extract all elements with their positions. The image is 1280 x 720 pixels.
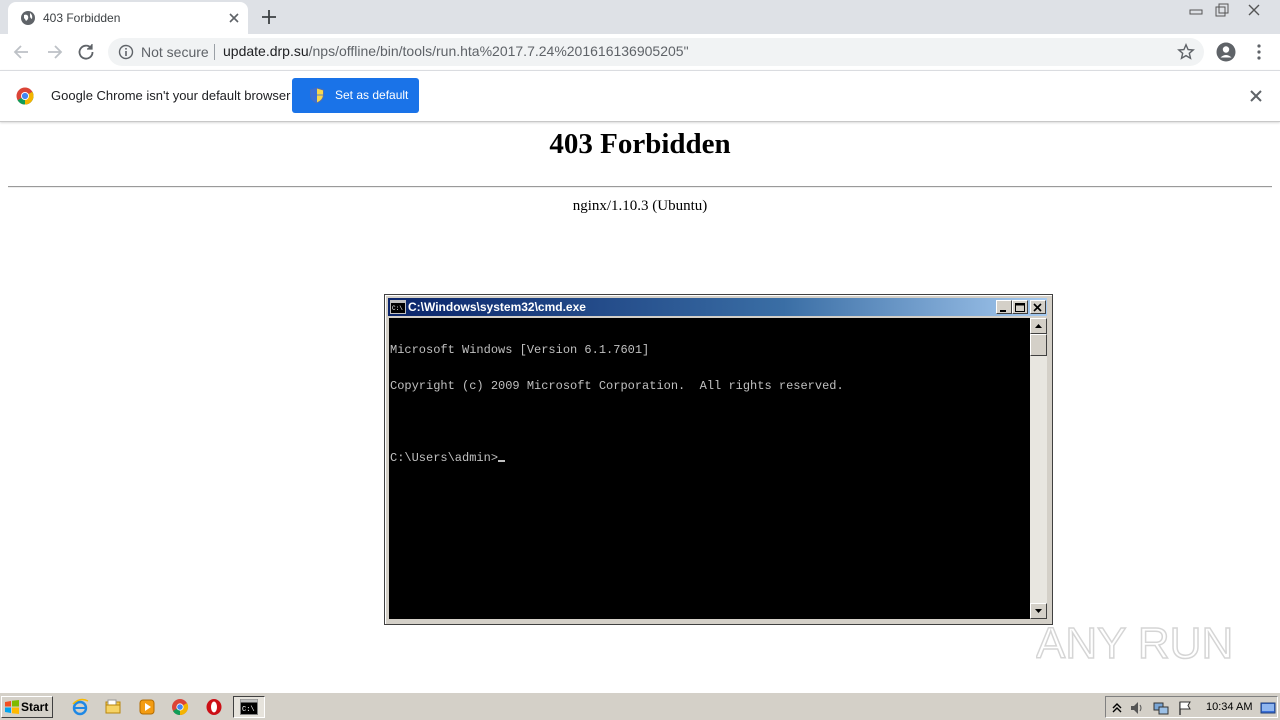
- text-cursor: [498, 460, 506, 462]
- console-prompt-line: C:\Users\admin>: [390, 452, 1029, 464]
- tab-title: 403 Forbidden: [43, 11, 121, 25]
- page-divider: [8, 186, 1272, 188]
- chrome-logo-icon: [16, 87, 34, 105]
- cmd-window[interactable]: C:\ C:\Windows\system32\cmd.exe Microsof…: [384, 294, 1053, 625]
- explorer-icon[interactable]: [104, 698, 122, 716]
- close-window-button[interactable]: [1240, 0, 1267, 20]
- svg-text:C:\: C:\: [392, 305, 403, 312]
- security-label[interactable]: Not secure: [141, 44, 209, 60]
- chrome-icon[interactable]: [171, 698, 189, 716]
- taskbar-clock[interactable]: 10:34 AM: [1206, 701, 1252, 713]
- maximize-icon: [1015, 303, 1025, 312]
- restore-window-button[interactable]: [1208, 0, 1235, 20]
- cmd-icon: C:\: [240, 699, 258, 715]
- close-icon: [1248, 4, 1259, 16]
- start-button[interactable]: Start: [1, 696, 53, 718]
- new-tab-icon[interactable]: [260, 8, 278, 26]
- tab-active[interactable]: 403 Forbidden: [8, 2, 248, 34]
- cmd-titlebar[interactable]: C:\ C:\Windows\system32\cmd.exe: [388, 298, 1047, 316]
- opera-icon[interactable]: [205, 698, 223, 716]
- cmd-title: C:\Windows\system32\cmd.exe: [408, 300, 586, 314]
- back-arrow-icon[interactable]: [12, 42, 32, 62]
- set-as-default-button[interactable]: Set as default: [292, 78, 419, 113]
- forward-arrow-icon[interactable]: [44, 42, 64, 62]
- uac-shield-icon: [310, 87, 324, 104]
- ie-icon[interactable]: [71, 698, 89, 716]
- show-desktop-icon[interactable]: [1260, 700, 1276, 716]
- browser-titlebar: 403 Forbidden: [0, 0, 1280, 34]
- start-label: Start: [21, 700, 49, 714]
- address-bar[interactable]: Not secure update.drp.su/nps/offline/bin…: [108, 38, 1204, 66]
- scroll-up-button[interactable]: [1030, 318, 1047, 334]
- menu-kebab-icon[interactable]: [1249, 42, 1269, 62]
- omnibox-separator: [214, 44, 215, 60]
- browser-toolbar: Not secure update.drp.su/nps/offline/bin…: [0, 34, 1280, 70]
- cmd-scrollbar[interactable]: [1030, 318, 1047, 619]
- infobar-message: Google Chrome isn't your default browser: [51, 88, 291, 103]
- arrow-up-icon: [1035, 324, 1042, 328]
- tab-close-icon[interactable]: [226, 10, 242, 26]
- taskbar: Start C:\ 10:34 AM: [0, 692, 1280, 720]
- console-line: Copyright (c) 2009 Microsoft Corporation…: [390, 379, 844, 393]
- console-prompt: C:\Users\admin>: [390, 451, 499, 465]
- taskbar-task-cmd[interactable]: C:\: [233, 696, 265, 718]
- minimize-icon: [1000, 310, 1006, 312]
- chevron-up-icon[interactable]: [1109, 700, 1125, 716]
- media-player-icon[interactable]: [138, 698, 156, 716]
- default-browser-infobar: Google Chrome isn't your default browser…: [0, 70, 1280, 122]
- bookmark-star-icon[interactable]: [1177, 43, 1195, 61]
- profile-avatar-icon[interactable]: [1216, 42, 1236, 62]
- server-signature: nginx/1.10.3 (Ubuntu): [572, 198, 708, 214]
- console-line: Microsoft Windows [Version 6.1.7601]: [390, 343, 650, 357]
- close-icon: [1033, 303, 1042, 312]
- info-icon[interactable]: [118, 44, 134, 60]
- url-text[interactable]: update.drp.su/nps/offline/bin/tools/run.…: [223, 43, 689, 59]
- minimize-window-button[interactable]: [1182, 0, 1209, 20]
- scroll-thumb[interactable]: [1030, 334, 1047, 356]
- cmd-console[interactable]: Microsoft Windows [Version 6.1.7601] Cop…: [389, 318, 1030, 619]
- anyrun-watermark: ANY RUN: [1036, 618, 1234, 669]
- reload-icon[interactable]: [76, 42, 96, 62]
- volume-icon[interactable]: [1129, 700, 1145, 716]
- page-heading: 403 Forbidden: [549, 128, 731, 160]
- action-center-flag-icon[interactable]: [1177, 700, 1193, 716]
- minimize-icon: [1189, 9, 1202, 15]
- svg-text:C:\: C:\: [242, 706, 255, 714]
- network-icon[interactable]: [1153, 700, 1169, 716]
- cmd-close-button[interactable]: [1030, 300, 1046, 314]
- url-host: update.drp.su: [223, 43, 309, 59]
- cmd-icon: C:\: [390, 300, 406, 314]
- system-tray: 10:34 AM: [1105, 696, 1278, 718]
- watermark-text: ANY RUN: [1036, 619, 1233, 668]
- infobar-close-icon[interactable]: [1248, 88, 1264, 104]
- set-as-default-label: Set as default: [335, 88, 409, 102]
- url-path: /nps/offline/bin/tools/run.hta%2017.7.24…: [308, 43, 689, 59]
- globe-icon: [21, 11, 35, 25]
- restore-icon: [1215, 3, 1228, 17]
- windows-flag-icon: [5, 700, 19, 714]
- cmd-minimize-button[interactable]: [996, 300, 1012, 314]
- cmd-maximize-button[interactable]: [1012, 300, 1028, 314]
